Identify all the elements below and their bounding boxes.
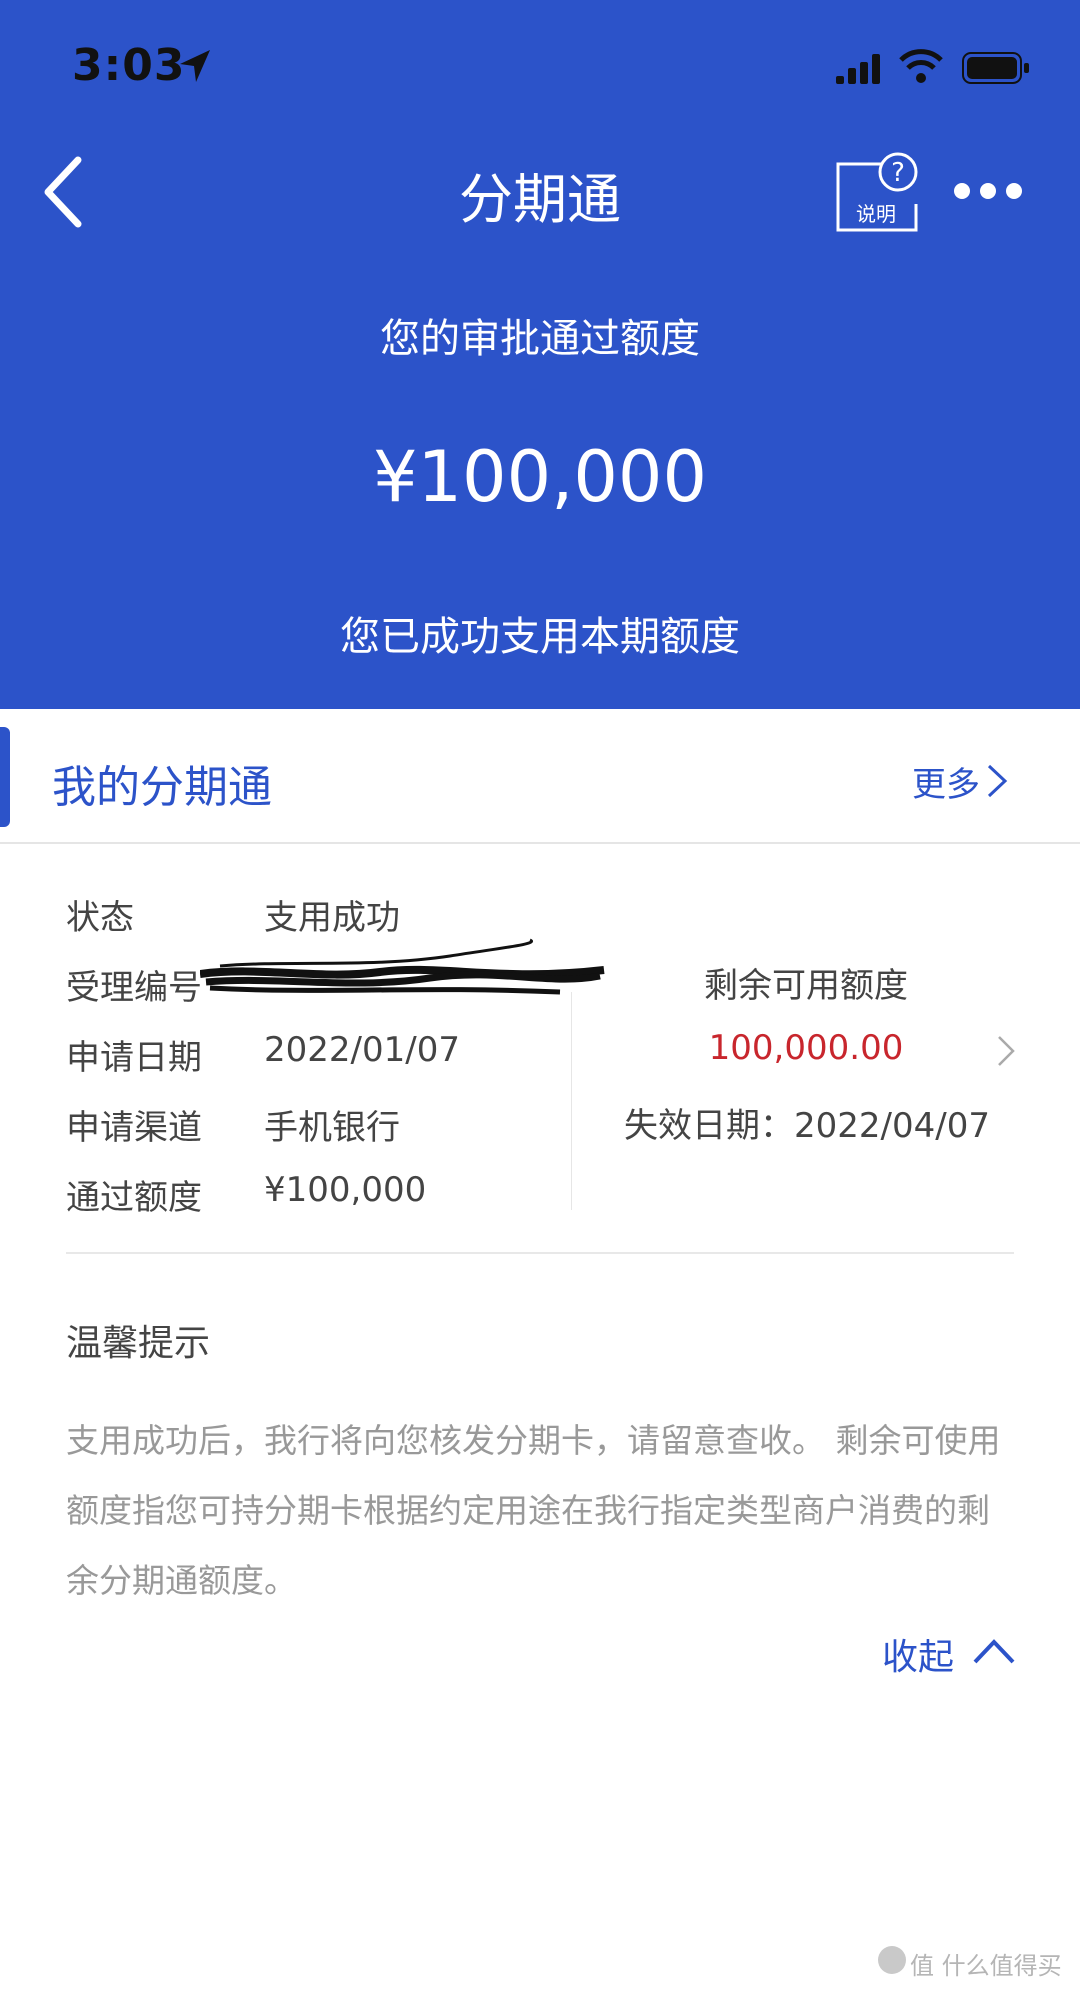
location-arrow-icon bbox=[180, 50, 210, 82]
more-link[interactable]: 更多 bbox=[912, 757, 980, 806]
expiry-date: 失效日期：2022/04/07 bbox=[624, 1106, 990, 1146]
apply-date-value: 2022/01/07 bbox=[264, 1030, 460, 1070]
tips-body: 支用成功后，我行将向您核发分期卡，请留意查收。 剩余可使用额度指您可持分期卡根据… bbox=[66, 1421, 1001, 1600]
remaining-limit-label: 剩余可用额度 bbox=[704, 966, 908, 1006]
approved-limit-label: 您的审批通过额度 bbox=[380, 316, 700, 362]
channel-value: 手机银行 bbox=[264, 1108, 400, 1148]
watermark-text: 值 什么值得买 bbox=[910, 1952, 1062, 1980]
more-options-icon[interactable] bbox=[952, 176, 1024, 206]
status-value: 支用成功 bbox=[264, 898, 400, 938]
status-time: 3:03 bbox=[72, 40, 186, 91]
divider bbox=[66, 1252, 1014, 1254]
wifi-icon bbox=[899, 49, 943, 83]
approved-limit-amount: ¥100,000 bbox=[372, 436, 707, 518]
success-message: 您已成功支用本期额度 bbox=[340, 614, 740, 660]
acceptance-number-label: 受理编号 bbox=[66, 968, 202, 1008]
section-accent-bar bbox=[0, 727, 10, 827]
collapse-button[interactable]: 收起 bbox=[882, 1628, 954, 1680]
column-divider bbox=[571, 992, 572, 1210]
remaining-limit-value[interactable]: 100,000.00 bbox=[571, 1028, 1041, 1068]
section-header: 我的分期通 更多 bbox=[0, 709, 1080, 844]
chevron-right-icon[interactable] bbox=[996, 1034, 1016, 1068]
svg-text:?: ? bbox=[891, 158, 905, 188]
approved-amount-value: ¥100,000 bbox=[264, 1170, 427, 1210]
approved-amount-label: 通过额度 bbox=[66, 1178, 202, 1218]
redaction-scribble bbox=[200, 938, 605, 995]
tips-title: 温馨提示 bbox=[66, 1323, 211, 1364]
header-banner: 3:03 分期通 ? 说明 您的审批通过额度 ¥100,000 您已成功支用本期… bbox=[0, 0, 1080, 709]
section-title: 我的分期通 bbox=[52, 762, 272, 813]
help-label[interactable]: 说明 bbox=[836, 198, 916, 227]
channel-label: 申请渠道 bbox=[66, 1108, 202, 1148]
apply-date-label: 申请日期 bbox=[66, 1038, 202, 1078]
watermark-logo-icon bbox=[878, 1946, 906, 1974]
signal-icon bbox=[836, 54, 880, 84]
chevron-right-icon[interactable] bbox=[986, 763, 1008, 799]
battery-icon bbox=[962, 52, 1029, 84]
chevron-up-icon[interactable] bbox=[972, 1636, 1016, 1666]
status-label: 状态 bbox=[66, 898, 134, 938]
